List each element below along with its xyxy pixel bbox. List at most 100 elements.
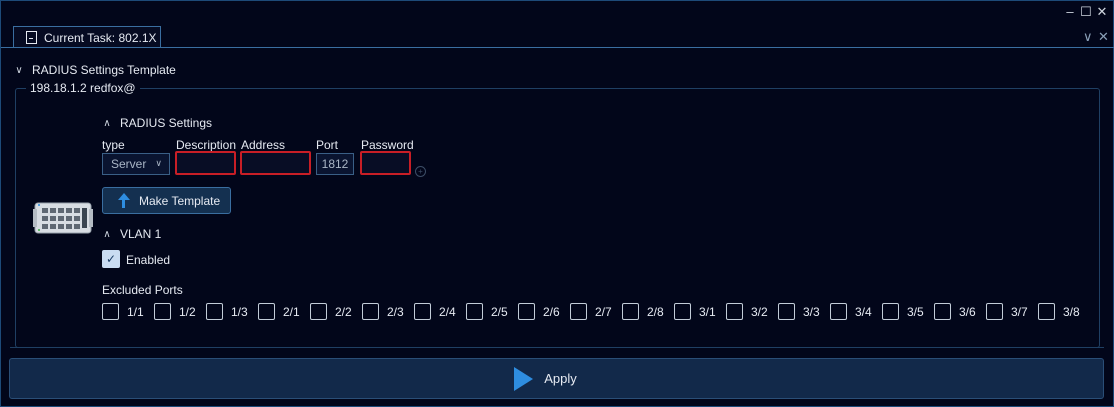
- document-icon: [26, 31, 37, 44]
- port-checkbox-item[interactable]: 2/4: [414, 303, 456, 320]
- port-checkbox-label: 2/8: [647, 304, 664, 319]
- port-checkbox-label: 3/7: [1011, 304, 1028, 319]
- make-template-button[interactable]: Make Template: [102, 187, 231, 214]
- chevron-down-icon: ∨: [15, 64, 23, 76]
- port-checkbox-label: 2/5: [491, 304, 508, 319]
- port-checkbox[interactable]: [1038, 303, 1055, 320]
- template-section-title: RADIUS Settings Template: [32, 63, 176, 77]
- radius-settings-header[interactable]: ∧ RADIUS Settings: [102, 116, 212, 130]
- add-server-icon[interactable]: +: [415, 166, 426, 177]
- description-field[interactable]: [175, 151, 236, 175]
- type-column-label: type: [102, 138, 125, 152]
- vlan-section-header[interactable]: ∧ VLAN 1: [102, 227, 161, 241]
- port-checkbox-label: 2/3: [387, 304, 404, 319]
- port-checkbox[interactable]: [518, 303, 535, 320]
- port-checkbox-item[interactable]: 3/1: [674, 303, 716, 320]
- port-checkbox[interactable]: [570, 303, 587, 320]
- port-checkbox[interactable]: [414, 303, 431, 320]
- port-checkbox-item[interactable]: 2/6: [518, 303, 560, 320]
- port-checkbox-item[interactable]: 3/4: [830, 303, 872, 320]
- port-checkbox[interactable]: [986, 303, 1003, 320]
- arrow-up-icon: [117, 193, 130, 208]
- port-checkbox-label: 3/6: [959, 304, 976, 319]
- port-checkbox-label: 3/3: [803, 304, 820, 319]
- port-checkbox-label: 2/6: [543, 304, 560, 319]
- port-checkbox-item[interactable]: 2/3: [362, 303, 404, 320]
- port-checkbox-item[interactable]: 1/1: [102, 303, 144, 320]
- port-checkbox-label: 3/1: [699, 304, 716, 319]
- port-checkbox[interactable]: [154, 303, 171, 320]
- port-checkbox-label: 3/5: [907, 304, 924, 319]
- port-checkbox-label: 2/2: [335, 304, 352, 319]
- excluded-ports-label: Excluded Ports: [102, 283, 183, 297]
- port-checkbox-label: 2/1: [283, 304, 300, 319]
- device-label: 198.18.1.2 redfox@: [26, 81, 140, 95]
- maximize-button[interactable]: ☐: [1079, 5, 1093, 19]
- port-checkbox[interactable]: [622, 303, 639, 320]
- checkmark-icon: ✓: [105, 252, 117, 266]
- port-checkbox[interactable]: [674, 303, 691, 320]
- port-checkbox[interactable]: [934, 303, 951, 320]
- port-checkbox[interactable]: [726, 303, 743, 320]
- type-select[interactable]: Server ∨: [102, 153, 170, 175]
- password-column-label: Password: [361, 138, 414, 152]
- port-checkbox-item[interactable]: 1/3: [206, 303, 248, 320]
- description-column-label: Description: [176, 138, 237, 152]
- port-field[interactable]: 1812: [316, 153, 354, 175]
- port-column-label: Port: [316, 138, 339, 152]
- port-checkbox-item[interactable]: 3/6: [934, 303, 976, 320]
- tab-strip-divider: [1, 47, 1114, 48]
- enabled-label: Enabled: [126, 253, 171, 267]
- port-checkbox-label: 1/2: [179, 304, 196, 319]
- port-checkbox-item[interactable]: 3/7: [986, 303, 1028, 320]
- password-field[interactable]: [360, 151, 411, 175]
- port-checkbox-label: 3/8: [1063, 304, 1080, 319]
- port-checkbox[interactable]: [466, 303, 483, 320]
- type-select-value: Server: [111, 157, 147, 171]
- port-checkbox-item[interactable]: 2/1: [258, 303, 300, 320]
- port-checkbox-label: 1/1: [127, 304, 144, 319]
- template-section-header[interactable]: ∨ RADIUS Settings Template: [14, 63, 176, 77]
- port-checkbox-label: 1/3: [231, 304, 248, 319]
- port-checkbox[interactable]: [310, 303, 327, 320]
- switch-device-icon: [33, 202, 93, 234]
- port-checkbox-label: 2/4: [439, 304, 456, 319]
- port-checkbox-label: 3/2: [751, 304, 768, 319]
- minimize-button[interactable]: –: [1063, 5, 1077, 19]
- port-checkbox[interactable]: [102, 303, 119, 320]
- footer-divider: [10, 347, 1104, 348]
- port-checkbox-item[interactable]: 3/5: [882, 303, 924, 320]
- apply-button[interactable]: Apply: [9, 358, 1104, 399]
- apply-label: Apply: [544, 371, 577, 386]
- radius-settings-title: RADIUS Settings: [120, 116, 213, 130]
- tab-current-task[interactable]: Current Task: 802.1X: [13, 26, 161, 48]
- tab-overflow-chevron-icon[interactable]: ∨: [1083, 29, 1093, 45]
- port-checkbox-item[interactable]: 1/2: [154, 303, 196, 320]
- enabled-checkbox[interactable]: ✓: [102, 250, 120, 268]
- make-template-label: Make Template: [139, 193, 221, 208]
- play-icon: [514, 366, 534, 391]
- chevron-up-icon: ∧: [103, 117, 111, 129]
- port-checkbox-item[interactable]: 3/2: [726, 303, 768, 320]
- port-checkbox-item[interactable]: 2/2: [310, 303, 352, 320]
- port-checkbox[interactable]: [778, 303, 795, 320]
- tab-label: Current Task: 802.1X: [44, 30, 157, 45]
- port-checkbox-item[interactable]: 2/8: [622, 303, 664, 320]
- port-checkbox[interactable]: [206, 303, 223, 320]
- address-field[interactable]: [240, 151, 311, 175]
- port-checkbox[interactable]: [362, 303, 379, 320]
- close-window-button[interactable]: ✕: [1095, 5, 1109, 19]
- port-checkbox-item[interactable]: 3/8: [1038, 303, 1080, 320]
- port-checkbox[interactable]: [830, 303, 847, 320]
- vlan-title: VLAN 1: [120, 227, 162, 241]
- port-checkbox-item[interactable]: 3/3: [778, 303, 820, 320]
- port-checkbox[interactable]: [258, 303, 275, 320]
- port-checkbox-label: 3/4: [855, 304, 872, 319]
- port-checkbox-item[interactable]: 2/7: [570, 303, 612, 320]
- chevron-down-icon: ∨: [155, 158, 162, 168]
- port-checkbox-label: 2/7: [595, 304, 612, 319]
- port-checkbox[interactable]: [882, 303, 899, 320]
- address-column-label: Address: [241, 138, 286, 152]
- tab-close-icon[interactable]: ✕: [1098, 29, 1109, 45]
- port-checkbox-item[interactable]: 2/5: [466, 303, 508, 320]
